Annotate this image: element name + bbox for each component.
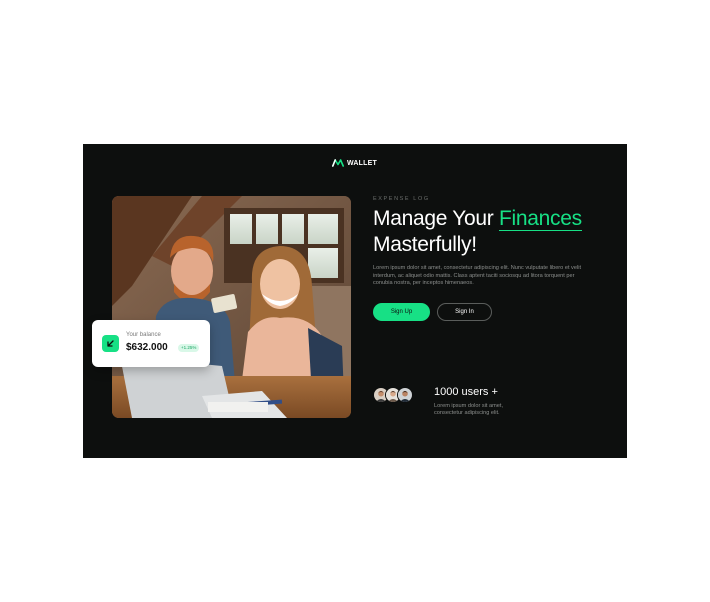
balance-change-badge: +1.25% — [178, 344, 200, 352]
sign-in-button[interactable]: Sign In — [437, 303, 492, 321]
wallet-logo-icon — [332, 159, 344, 167]
hero-section: WALLET Your balance $632.000 +1.25% EXPE… — [83, 144, 627, 458]
headline-accent: Finances — [499, 207, 582, 231]
page-title: Manage Your Finances Masterfully! — [373, 206, 613, 258]
hero-photo — [112, 196, 351, 418]
arrow-down-left-icon — [102, 335, 119, 352]
balance-value: $632.000 — [126, 342, 168, 353]
eyebrow-label: EXPENSE LOG — [373, 196, 430, 202]
avatar — [397, 387, 413, 403]
users-count: 1000 users + — [434, 386, 498, 398]
users-subtitle: Lorem ipsum dolor sit amet, consectetur … — [434, 403, 504, 417]
headline-part-2: Masterfully! — [373, 233, 477, 256]
balance-label: Your balance — [126, 332, 161, 338]
brand-logo[interactable]: WALLET — [332, 157, 377, 169]
balance-card: Your balance $632.000 +1.25% — [92, 320, 210, 367]
brand-name: WALLET — [347, 159, 377, 167]
headline-part-1: Manage Your — [373, 207, 500, 230]
user-avatars — [373, 387, 423, 403]
hero-description: Lorem ipsum dolor sit amet, consectetur … — [373, 265, 582, 287]
sign-up-button[interactable]: Sign Up — [373, 303, 430, 321]
